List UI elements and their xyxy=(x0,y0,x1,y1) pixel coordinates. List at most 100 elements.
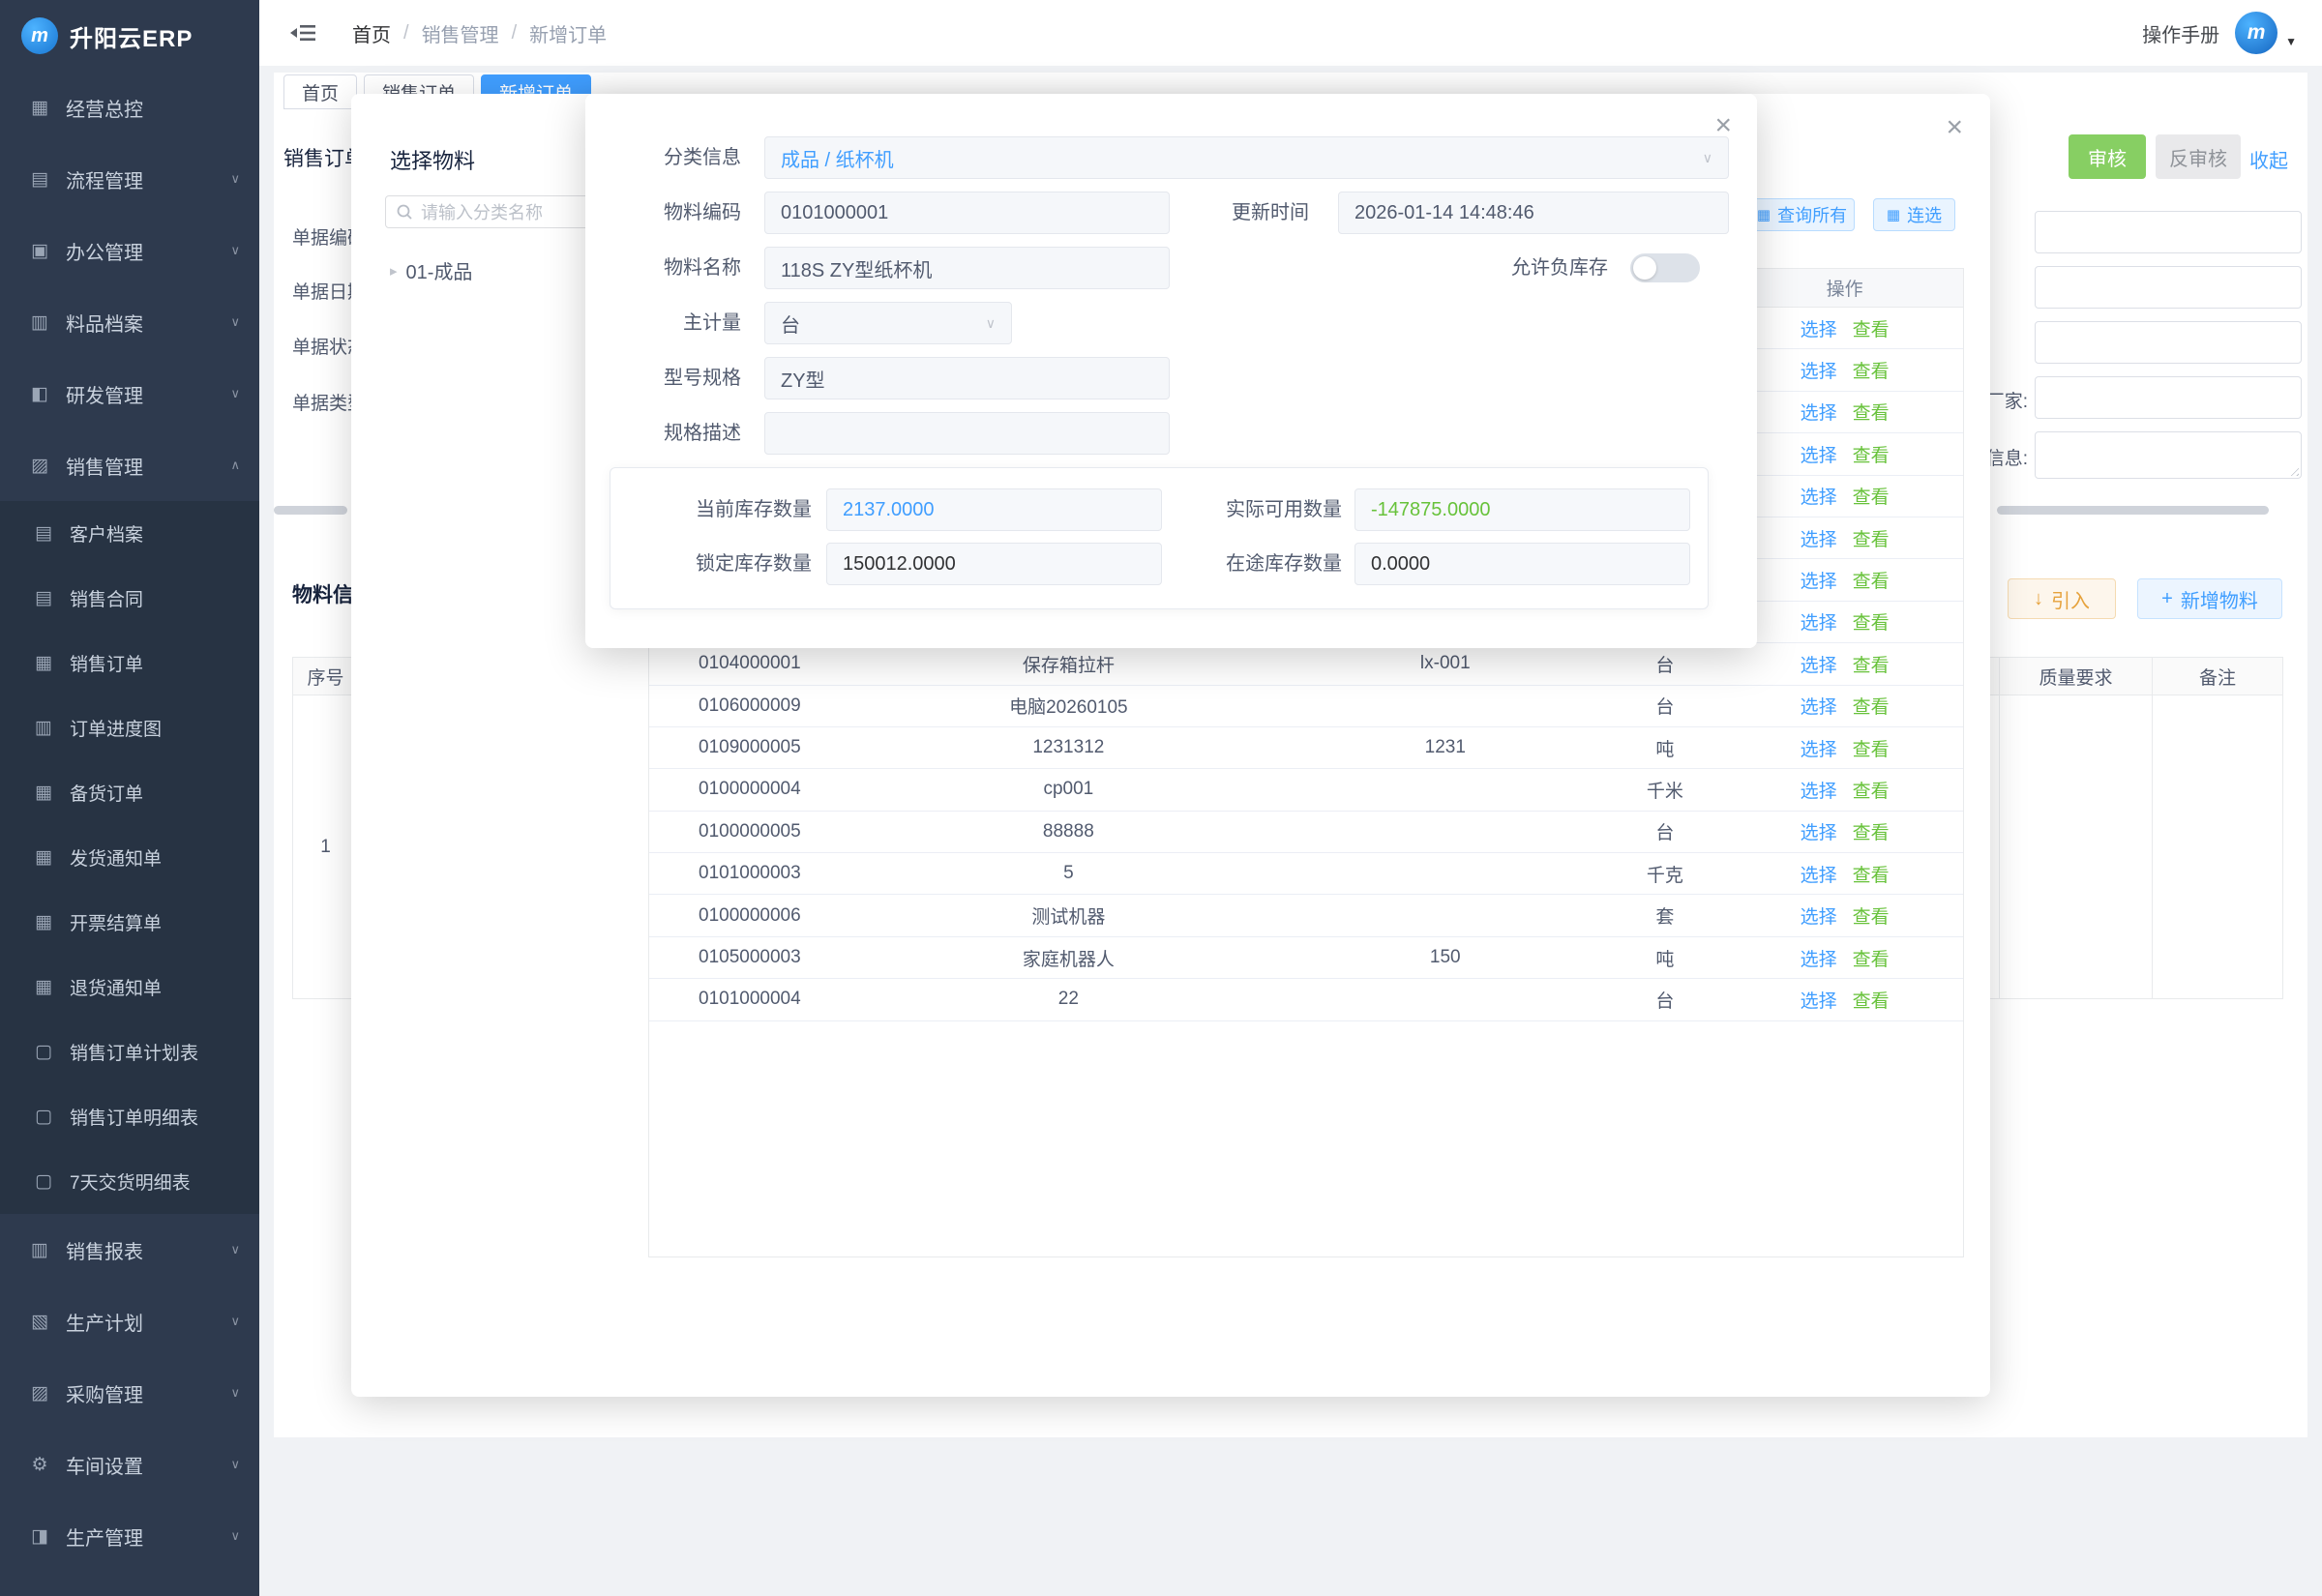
view-link[interactable]: 查看 xyxy=(1853,987,1890,1013)
sidebar-subitem[interactable]: ▤销售合同 xyxy=(0,566,259,631)
material-code-input[interactable]: 0101000001 xyxy=(764,192,1170,234)
sidebar-subitem[interactable]: ▦发货通知单 xyxy=(0,825,259,890)
sidebar-subitem[interactable]: ▦备货订单 xyxy=(0,760,259,825)
sidebar-item[interactable]: ⚙车间设置∨ xyxy=(0,1429,259,1500)
view-link[interactable]: 查看 xyxy=(1853,651,1890,677)
collapse-link[interactable]: 收起 xyxy=(2249,145,2288,173)
sidebar-item[interactable]: ▦经营总控 xyxy=(0,72,259,143)
row-remark-cell[interactable] xyxy=(2153,695,2282,998)
sidebar-subitem[interactable]: ▤客户档案 xyxy=(0,501,259,566)
category-search-input[interactable]: 请输入分类名称 xyxy=(385,195,600,228)
view-link[interactable]: 查看 xyxy=(1853,441,1890,467)
order-field-input[interactable] xyxy=(2035,266,2302,309)
sidebar-item[interactable]: ▩∨ xyxy=(0,1572,259,1596)
view-link[interactable]: 查看 xyxy=(1853,735,1890,761)
manual-link[interactable]: 操作手册 xyxy=(2142,19,2219,47)
view-link[interactable]: 查看 xyxy=(1853,902,1890,929)
view-link[interactable]: 查看 xyxy=(1853,399,1890,425)
close-icon[interactable]: × xyxy=(1946,113,1963,142)
import-button[interactable]: ↓ 引入 xyxy=(2008,578,2116,619)
page-tab[interactable]: 首页 xyxy=(283,74,357,109)
sidebar-item[interactable]: ▥销售报表∨ xyxy=(0,1214,259,1286)
current-stock-input[interactable]: 2137.0000 xyxy=(826,488,1162,531)
view-link[interactable]: 查看 xyxy=(1853,693,1890,719)
available-qty-input[interactable]: -147875.0000 xyxy=(1354,488,1690,531)
hamburger-icon[interactable] xyxy=(290,22,315,44)
view-link[interactable]: 查看 xyxy=(1853,357,1890,383)
sidebar-subitem[interactable]: ▢销售订单明细表 xyxy=(0,1084,259,1149)
main-unit-select[interactable]: 台 ∨ xyxy=(764,302,1012,344)
order-field-input[interactable] xyxy=(2035,211,2302,253)
view-link[interactable]: 查看 xyxy=(1853,777,1890,803)
material-op-cell: 选择查看 xyxy=(1726,727,1963,768)
sidebar-item[interactable]: ▤流程管理∨ xyxy=(0,143,259,215)
sidebar-item[interactable]: ▧生产计划∨ xyxy=(0,1286,259,1357)
view-link[interactable]: 查看 xyxy=(1853,483,1890,509)
add-material-button[interactable]: + 新增物料 xyxy=(2137,578,2282,619)
view-link[interactable]: 查看 xyxy=(1853,818,1890,844)
view-link[interactable]: 查看 xyxy=(1853,525,1890,551)
sidebar-subitem[interactable]: ▦开票结算单 xyxy=(0,890,259,955)
select-link[interactable]: 选择 xyxy=(1801,693,1837,719)
view-link[interactable]: 查看 xyxy=(1853,861,1890,887)
breadcrumb-item[interactable]: 首页 xyxy=(352,19,391,47)
allow-negative-label: 允许负库存 xyxy=(1417,247,1608,289)
view-link[interactable]: 查看 xyxy=(1853,315,1890,341)
select-link[interactable]: 选择 xyxy=(1801,483,1837,509)
sidebar-subitem[interactable]: ▦销售订单 xyxy=(0,631,259,695)
breadcrumb-item[interactable]: 销售管理 xyxy=(422,19,499,47)
unaudit-button[interactable]: 反审核 xyxy=(2156,134,2241,179)
category-value: 成品 / 纸杯机 xyxy=(781,144,894,172)
select-link[interactable]: 选择 xyxy=(1801,608,1837,635)
select-link[interactable]: 选择 xyxy=(1801,777,1837,803)
select-link[interactable]: 选择 xyxy=(1801,987,1837,1013)
sidebar-subitem[interactable]: ▥订单进度图 xyxy=(0,695,259,760)
vendor-input[interactable] xyxy=(2035,376,2302,419)
sidebar-subitem[interactable]: ▢7天交货明细表 xyxy=(0,1149,259,1214)
select-link[interactable]: 选择 xyxy=(1801,525,1837,551)
select-link[interactable]: 选择 xyxy=(1801,567,1837,593)
updated-time-input[interactable]: 2026-01-14 14:48:46 xyxy=(1338,192,1729,234)
dashboard-icon: ▦ xyxy=(27,97,52,119)
sidebar-item[interactable]: ▨采购管理∨ xyxy=(0,1357,259,1429)
sidebar-item[interactable]: ◧研发管理∨ xyxy=(0,358,259,429)
material-name-input[interactable]: 118S ZY型纸杯机 xyxy=(764,247,1170,289)
sidebar-subitem[interactable]: ▦退货通知单 xyxy=(0,955,259,1020)
order-field-input[interactable] xyxy=(2035,321,2302,364)
view-link[interactable]: 查看 xyxy=(1853,945,1890,971)
chevron-down-icon[interactable]: ▼ xyxy=(2285,35,2297,48)
select-link[interactable]: 选择 xyxy=(1801,945,1837,971)
view-link[interactable]: 查看 xyxy=(1853,567,1890,593)
sidebar-item[interactable]: ◨生产管理∨ xyxy=(0,1500,259,1572)
in-transit-input[interactable]: 0.0000 xyxy=(1354,543,1690,585)
category-select[interactable]: 成品 / 纸杯机 ∨ xyxy=(764,136,1729,179)
sidebar-item[interactable]: ▨销售管理∧ xyxy=(0,429,259,501)
audit-button[interactable]: 审核 xyxy=(2069,134,2146,179)
spec-desc-input[interactable] xyxy=(764,412,1170,455)
query-all-button[interactable]: ▦ 查询所有 xyxy=(1749,198,1855,231)
select-link[interactable]: 选择 xyxy=(1801,818,1837,844)
sidebar-subitem[interactable]: ▢销售订单计划表 xyxy=(0,1020,259,1084)
locked-stock-input[interactable]: 150012.0000 xyxy=(826,543,1162,585)
select-link[interactable]: 选择 xyxy=(1801,315,1837,341)
avatar[interactable]: m xyxy=(2235,12,2277,54)
select-link[interactable]: 选择 xyxy=(1801,735,1837,761)
multi-select-button[interactable]: ▦ 连选 xyxy=(1873,198,1955,231)
sidebar-item[interactable]: ▣办公管理∨ xyxy=(0,215,259,286)
allow-negative-switch[interactable] xyxy=(1630,253,1700,282)
select-link[interactable]: 选择 xyxy=(1801,441,1837,467)
select-link[interactable]: 选择 xyxy=(1801,357,1837,383)
select-link[interactable]: 选择 xyxy=(1801,861,1837,887)
row-quality-cell[interactable] xyxy=(2000,695,2153,998)
select-link[interactable]: 选择 xyxy=(1801,902,1837,929)
tree-node-finished-goods[interactable]: ▸ 01-成品 xyxy=(390,256,472,284)
horizontal-scrollbar[interactable] xyxy=(274,506,347,515)
horizontal-scrollbar[interactable] xyxy=(1997,506,2269,515)
view-link[interactable]: 查看 xyxy=(1853,608,1890,635)
material-row: 010000000588888台选择查看 xyxy=(649,812,1963,853)
select-link[interactable]: 选择 xyxy=(1801,651,1837,677)
info-textarea[interactable] xyxy=(2035,431,2302,479)
sidebar-item[interactable]: ▥料品档案∨ xyxy=(0,286,259,358)
select-link[interactable]: 选择 xyxy=(1801,399,1837,425)
model-input[interactable]: ZY型 xyxy=(764,357,1170,399)
